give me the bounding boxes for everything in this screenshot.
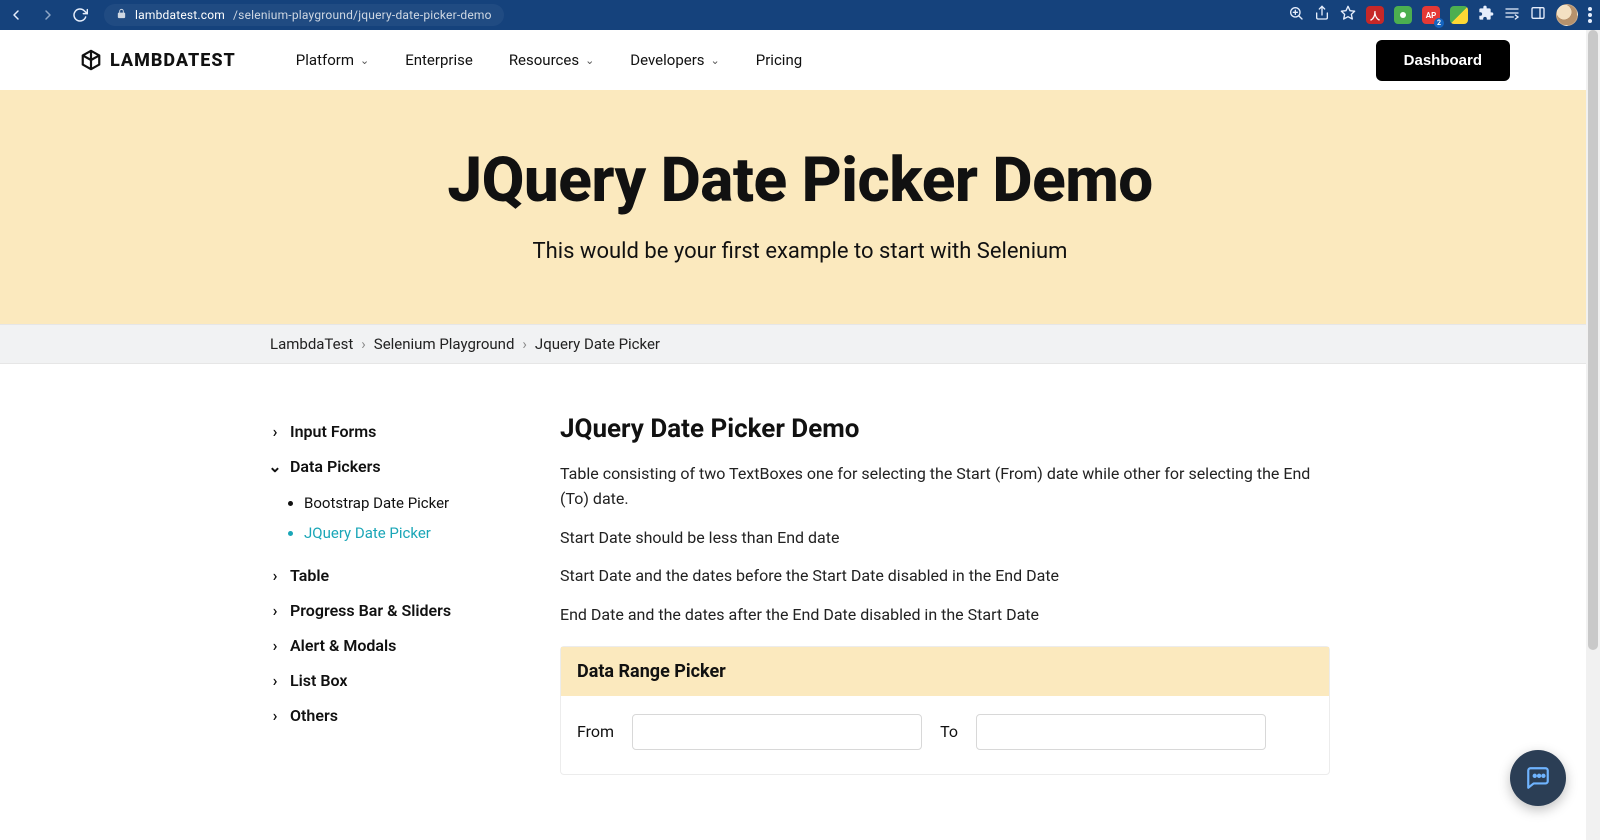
hero-title: JQuery Date Picker Demo [20,144,1580,217]
panel-icon[interactable] [1530,5,1546,25]
nav-item-pricing[interactable]: Pricing [756,51,802,69]
reading-list-icon[interactable] [1504,5,1520,25]
content-paragraph: Start Date and the dates before the Star… [560,564,1330,589]
chevron-right-icon: › [270,636,280,655]
breadcrumb: LambdaTest › Selenium Playground › Jquer… [270,335,1330,353]
hero-banner: JQuery Date Picker Demo This would be yo… [0,90,1600,324]
breadcrumb-link[interactable]: LambdaTest [270,335,353,353]
profile-avatar[interactable] [1556,4,1578,26]
extension-icon[interactable]: 人 [1366,6,1384,24]
chevron-right-icon: › [522,335,527,353]
content-paragraph: Table consisting of two TextBoxes one fo… [560,462,1330,512]
back-icon[interactable] [8,7,24,23]
url-path: /selenium-playground/jquery-date-picker-… [233,8,492,22]
nav-links: Platform⌄ Enterprise Resources⌄ Develope… [296,51,802,69]
chevron-right-icon: › [361,335,366,353]
chat-icon [1525,765,1551,791]
scrollbar-thumb[interactable] [1588,30,1598,650]
browser-actions: 人 AP2 [1288,4,1592,26]
sidebar-item-table[interactable]: ›Table [270,558,520,593]
nav-item-platform[interactable]: Platform⌄ [296,51,369,69]
brand-logo[interactable]: LAMBDATEST [80,49,236,71]
extension-icon[interactable]: AP2 [1422,6,1440,24]
content-paragraph: Start Date should be less than End date [560,526,1330,551]
kebab-menu-icon[interactable] [1588,7,1592,23]
breadcrumb-current: Jquery Date Picker [535,335,660,353]
star-icon[interactable] [1340,5,1356,25]
chevron-right-icon: › [270,601,280,620]
date-range-panel: Data Range Picker From To [560,646,1330,775]
forward-icon[interactable] [40,7,56,23]
sidebar-item-progress-bar-sliders[interactable]: ›Progress Bar & Sliders [270,593,520,628]
sidebar: ›Input Forms ⌄Data Pickers Bootstrap Dat… [270,414,520,775]
dashboard-button[interactable]: Dashboard [1376,40,1510,81]
browser-chrome-bar: lambdatest.com/selenium-playground/jquer… [0,0,1600,30]
hero-subtitle: This would be your first example to star… [20,239,1580,264]
chevron-down-icon: ⌄ [360,54,369,67]
sidebar-item-input-forms[interactable]: ›Input Forms [270,414,520,449]
address-bar[interactable]: lambdatest.com/selenium-playground/jquer… [104,4,504,26]
reload-icon[interactable] [72,7,88,23]
chevron-down-icon: ⌄ [711,54,720,67]
from-date-input[interactable] [632,714,922,750]
panel-title: Data Range Picker [561,647,1329,696]
share-icon[interactable] [1314,5,1330,25]
site-navbar: LAMBDATEST Platform⌄ Enterprise Resource… [0,30,1600,90]
lock-icon [116,8,127,22]
url-host: lambdatest.com [135,8,225,22]
chat-fab[interactable] [1510,750,1566,806]
nav-item-resources[interactable]: Resources⌄ [509,51,594,69]
chevron-down-icon: ⌄ [585,54,594,67]
logo-icon [80,49,102,71]
sidebar-subitem-bootstrap-date-picker[interactable]: Bootstrap Date Picker [304,488,520,518]
content-heading: JQuery Date Picker Demo [560,414,1330,444]
sidebar-item-alert-modals[interactable]: ›Alert & Modals [270,628,520,663]
breadcrumb-link[interactable]: Selenium Playground [374,335,515,353]
content-paragraph: End Date and the dates after the End Dat… [560,603,1330,628]
to-label: To [940,722,958,741]
to-date-input[interactable] [976,714,1266,750]
from-label: From [577,722,614,741]
chevron-right-icon: › [270,566,280,585]
main-content: JQuery Date Picker Demo Table consisting… [560,414,1330,775]
chevron-down-icon: ⌄ [270,457,280,476]
brand-text: LAMBDATEST [110,50,236,71]
sidebar-item-others[interactable]: ›Others [270,698,520,733]
chevron-right-icon: › [270,422,280,441]
extensions-icon[interactable] [1478,5,1494,25]
breadcrumb-bar: LambdaTest › Selenium Playground › Jquer… [0,324,1600,364]
nav-item-developers[interactable]: Developers⌄ [630,51,719,69]
chevron-right-icon: › [270,671,280,690]
sidebar-item-list-box[interactable]: ›List Box [270,663,520,698]
sidebar-item-data-pickers[interactable]: ⌄Data Pickers [270,449,520,484]
extension-icon[interactable] [1394,6,1412,24]
sidebar-subitem-jquery-date-picker[interactable]: JQuery Date Picker [304,518,520,548]
extension-icon[interactable] [1450,6,1468,24]
nav-item-enterprise[interactable]: Enterprise [405,51,473,69]
chevron-right-icon: › [270,706,280,725]
page-scrollbar[interactable] [1586,30,1600,840]
zoom-icon[interactable] [1288,5,1304,25]
